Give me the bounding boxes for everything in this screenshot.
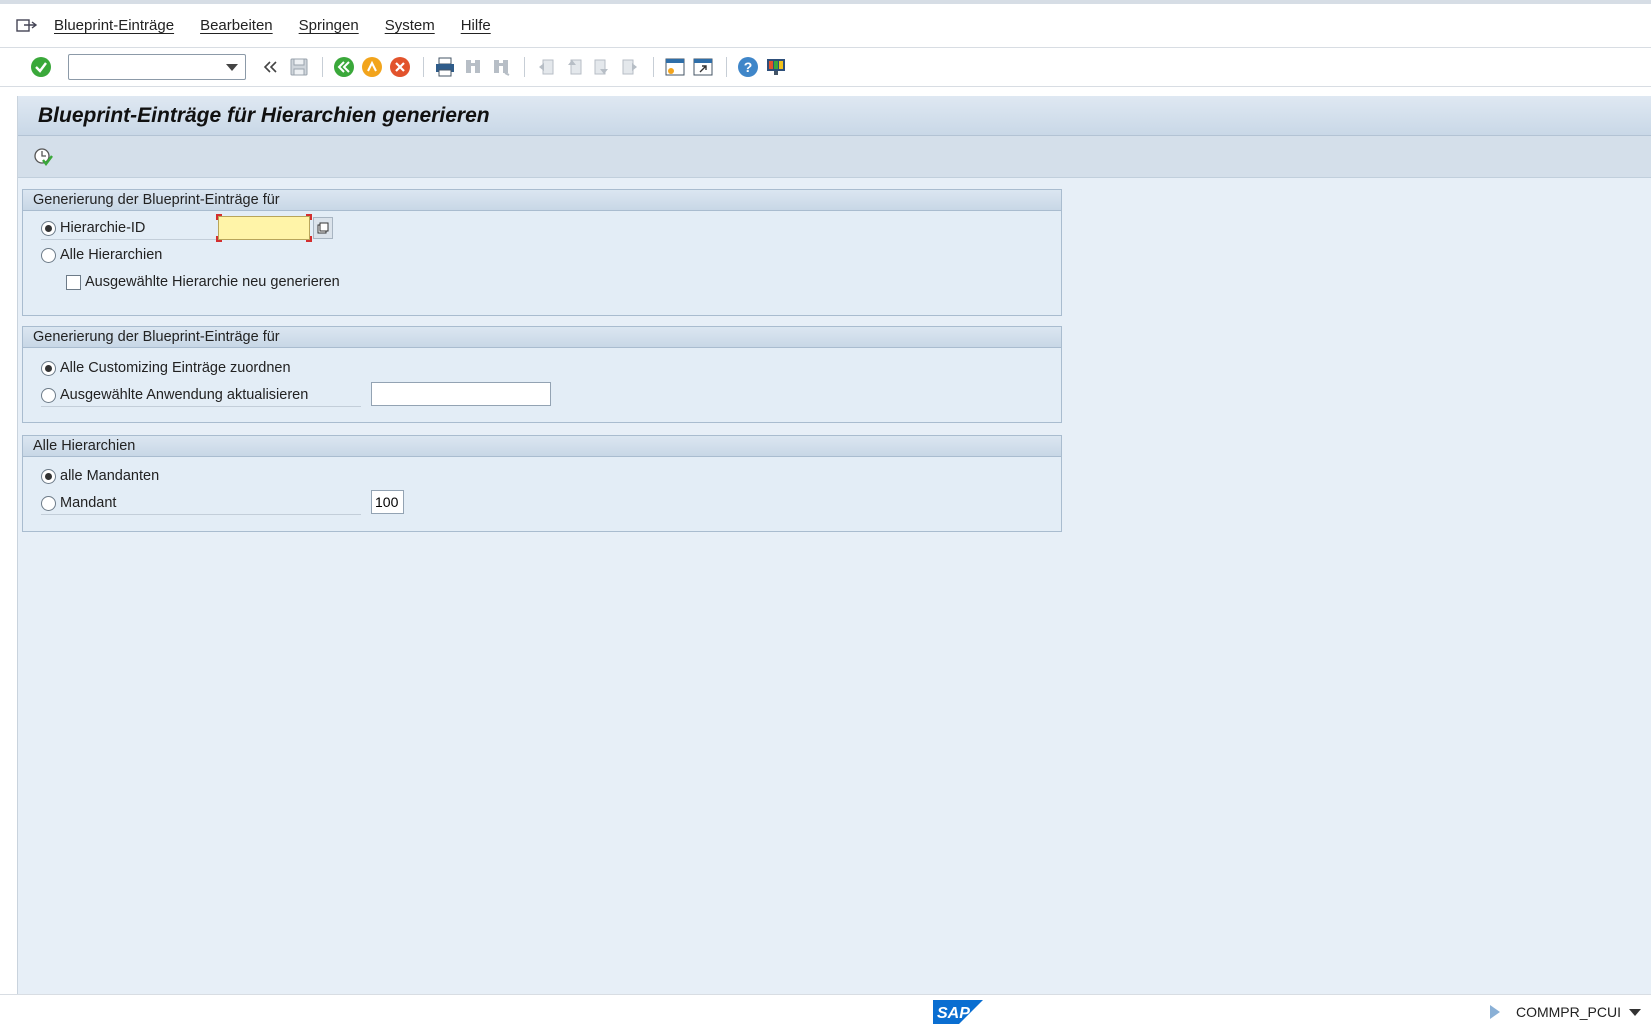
required-marker: [216, 214, 222, 220]
application-toolbar: [18, 136, 1651, 178]
find-next-icon[interactable]: [488, 54, 514, 80]
shortcut-icon[interactable]: [690, 54, 716, 80]
group-clients: Alle Hierarchien alle Mandanten Mandant: [22, 435, 1062, 532]
last-page-icon[interactable]: [617, 54, 643, 80]
label-regenerate: Ausgewählte Hierarchie neu generieren: [85, 274, 340, 290]
radio-all-hierarchies[interactable]: [41, 247, 56, 263]
group-header: Alle Hierarchien: [23, 436, 1061, 457]
svg-text:?: ?: [744, 59, 753, 75]
row-selected-application: Ausgewählte Anwendung aktualisieren: [41, 383, 361, 407]
menu-blueprint-eintraege[interactable]: Blueprint-Einträge: [54, 17, 174, 34]
system-name: COMMPR_PCUI: [1515, 1004, 1621, 1020]
label-all-clients: alle Mandanten: [60, 468, 160, 484]
required-marker: [216, 236, 222, 242]
radio-all-clients[interactable]: [41, 468, 56, 484]
back-double-icon[interactable]: [258, 54, 284, 80]
menu-bearbeiten[interactable]: Bearbeiten: [200, 17, 273, 34]
chevron-down-icon[interactable]: [1629, 1008, 1641, 1016]
group-hierarchy-generation: Generierung der Blueprint-Einträge für H…: [22, 189, 1062, 316]
page-title: Blueprint-Einträge für Hierarchien gener…: [38, 103, 490, 127]
value-help-icon: [317, 222, 329, 234]
required-marker: [306, 236, 312, 242]
title-bar: Blueprint-Einträge für Hierarchien gener…: [18, 96, 1651, 136]
toolbar-separator: [423, 57, 424, 77]
menu-exit-icon[interactable]: [16, 17, 38, 35]
client-input[interactable]: [371, 490, 404, 514]
radio-selected-application[interactable]: [41, 387, 56, 403]
row-underline: [41, 514, 361, 515]
play-icon[interactable]: [1489, 1005, 1500, 1019]
radio-all-customizing[interactable]: [41, 360, 56, 376]
label-hierarchy-id: Hierarchie-ID: [60, 220, 146, 236]
checkbox-regenerate[interactable]: [66, 274, 81, 290]
help-icon[interactable]: ?: [735, 54, 761, 80]
menu-bar: Blueprint-Einträge Bearbeiten Springen S…: [0, 0, 1651, 48]
sap-logo: SAP: [933, 1000, 983, 1027]
hierarchy-id-input[interactable]: [218, 216, 310, 240]
label-selected-application: Ausgewählte Anwendung aktualisieren: [60, 387, 309, 403]
group-customizing: Generierung der Blueprint-Einträge für A…: [22, 326, 1062, 423]
toolbar-separator: [726, 57, 727, 77]
command-field[interactable]: [68, 54, 246, 80]
radio-hierarchy-id[interactable]: [41, 220, 56, 236]
label-all-hierarchies: Alle Hierarchien: [60, 247, 163, 263]
customize-layout-icon[interactable]: [763, 54, 789, 80]
cancel-icon[interactable]: [387, 54, 413, 80]
toolbar-separator: [524, 57, 525, 77]
row-all-hierarchies: Alle Hierarchien: [41, 243, 341, 267]
label-all-customizing: Alle Customizing Einträge zuordnen: [60, 360, 291, 376]
menu-springen[interactable]: Springen: [299, 17, 359, 34]
standard-toolbar: ?: [0, 48, 1651, 87]
execute-icon[interactable]: [30, 144, 56, 170]
next-page-icon[interactable]: [589, 54, 615, 80]
row-all-clients: alle Mandanten: [41, 464, 341, 488]
toolbar-separator: [653, 57, 654, 77]
status-bar: SAP COMMPR_PCUI: [0, 994, 1651, 1029]
find-icon[interactable]: [460, 54, 486, 80]
chevron-down-icon[interactable]: [226, 64, 238, 71]
menu-hilfe[interactable]: Hilfe: [461, 17, 491, 34]
new-session-icon[interactable]: [662, 54, 688, 80]
first-page-icon[interactable]: [533, 54, 559, 80]
row-underline: [41, 239, 221, 240]
main-area: Blueprint-Einträge für Hierarchien gener…: [17, 96, 1651, 994]
row-regenerate: Ausgewählte Hierarchie neu generieren: [66, 270, 466, 294]
print-icon[interactable]: [432, 54, 458, 80]
row-client: Mandant: [41, 491, 361, 515]
value-help-button[interactable]: [313, 217, 333, 239]
system-info[interactable]: COMMPR_PCUI: [1489, 1004, 1641, 1020]
row-all-customizing: Alle Customizing Einträge zuordnen: [41, 356, 441, 380]
group-header: Generierung der Blueprint-Einträge für: [23, 327, 1061, 348]
radio-client[interactable]: [41, 495, 56, 511]
menu-system[interactable]: System: [385, 17, 435, 34]
group-header: Generierung der Blueprint-Einträge für: [23, 190, 1061, 211]
application-input[interactable]: [371, 382, 551, 406]
save-icon[interactable]: [286, 54, 312, 80]
row-underline: [41, 406, 361, 407]
previous-page-icon[interactable]: [561, 54, 587, 80]
back-icon[interactable]: [331, 54, 357, 80]
enter-icon[interactable]: [28, 54, 54, 80]
svg-text:SAP: SAP: [937, 1005, 970, 1022]
required-marker: [306, 214, 312, 220]
toolbar-separator: [322, 57, 323, 77]
exit-icon[interactable]: [359, 54, 385, 80]
label-client: Mandant: [60, 495, 117, 511]
